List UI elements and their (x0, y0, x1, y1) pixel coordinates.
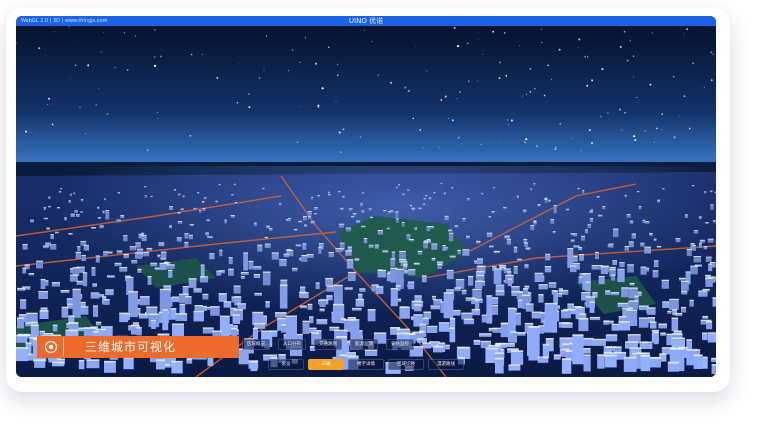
toolbar-button-building[interactable]: 楼宇详情 (348, 359, 384, 370)
toolbar-button-row1-5[interactable]: 安防监控 (386, 339, 414, 350)
city-3d-scene[interactable] (16, 26, 716, 377)
toolbar-button-overview[interactable]: 总览 (268, 359, 304, 370)
toolbar-button-3d[interactable]: 三维 (308, 359, 344, 370)
badge-icon (44, 340, 58, 354)
title-bar: WebGL 2.0 | 3D | www.thingjs.com UINO 优诺 (16, 16, 716, 26)
toolbar-button-row1-3[interactable]: 交通路网 (314, 339, 342, 350)
night-sky (16, 26, 716, 166)
banner-icon-frame (39, 338, 64, 356)
toolbar-button-row1-2[interactable]: 人口分布 (278, 339, 306, 350)
banner-title: 三维城市可视化 (85, 340, 177, 354)
toolbar-button-region[interactable]: 区域切换 (388, 359, 424, 370)
brand-logo: UINO 优诺 (348, 17, 384, 25)
toolbar-button-row1-1[interactable]: 区域概况 (242, 339, 270, 350)
toolbar-button-tour[interactable]: 漫游路线 (428, 359, 464, 370)
title-banner: 三维城市可视化 (37, 336, 239, 358)
toolbar-button-row1-4[interactable]: 能源监测 (350, 339, 378, 350)
app-window: WebGL 2.0 | 3D | www.thingjs.com UINO 优诺 (16, 16, 716, 377)
